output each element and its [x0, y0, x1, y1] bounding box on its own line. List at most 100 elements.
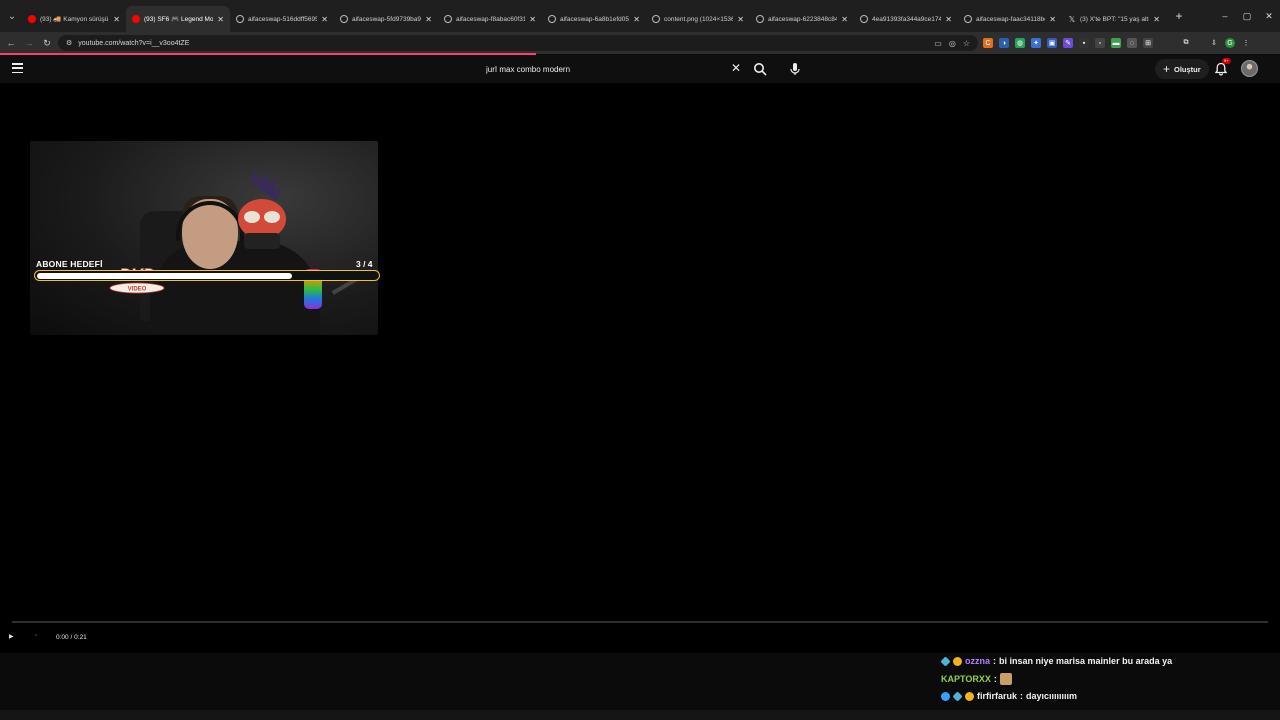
new-tab-button[interactable]: + [1170, 7, 1188, 25]
video-progress-bar[interactable] [12, 621, 1268, 623]
close-icon[interactable]: ✕ [1153, 15, 1160, 24]
globe-icon [548, 15, 556, 23]
cast-icon[interactable]: ▭ [934, 39, 942, 48]
gem-badge-icon [952, 690, 963, 702]
notification-badge: 9+ [1222, 58, 1231, 64]
globe-icon [756, 15, 764, 23]
create-label: Oluştur [1174, 64, 1201, 74]
downloads-icon[interactable]: ⇩ [1209, 38, 1219, 48]
profile-avatar-icon[interactable]: G [1225, 38, 1235, 48]
create-button[interactable]: + Oluştur [1155, 59, 1209, 79]
chat-message: ozzna : bi insan niye marisa mainler bu … [940, 655, 1173, 667]
tab-content-png[interactable]: content.png (1024×1536) ✕ [646, 6, 750, 32]
account-avatar[interactable] [1241, 60, 1258, 77]
extension-gray-icon[interactable]: ▫ [1095, 38, 1105, 48]
clear-search-icon[interactable]: ✕ [731, 61, 741, 75]
extension-info-icon[interactable]: ◌ [1127, 38, 1137, 48]
extension-green-icon[interactable]: ▬ [1111, 38, 1121, 48]
close-icon[interactable]: ✕ [529, 15, 536, 24]
globe-icon [236, 15, 244, 23]
emote-icon [999, 673, 1012, 685]
extensions-row: C ◑ ◍ ✦ ▣ ✎ ▪ ▫ ▬ ◌ ⊞ ⧉ ⇩ G ⋮ [983, 32, 1251, 54]
video-time: 0:00 / 0:21 [56, 634, 87, 641]
browser-menu-icon[interactable]: ⋮ [1241, 38, 1251, 48]
tab-aifaceswap-2[interactable]: aifaceswap-5fd9739ba9e ✕ [334, 6, 438, 32]
extension-translate-icon[interactable]: ◑ [999, 38, 1009, 48]
chat-text: bi insan niye marisa mainler bu arada ya [999, 656, 1173, 666]
youtube-masthead: ✕ + Oluştur 9+ [0, 55, 1280, 83]
address-bar[interactable]: ⚙ youtube.com/watch?v=i__v3oo4tZE ▭ ◎ ☆ [58, 35, 978, 51]
minimize-button[interactable]: – [1214, 0, 1236, 32]
globe-icon [444, 15, 452, 23]
extension-puzzle-icon[interactable]: ✦ [1031, 38, 1041, 48]
tab-title: content.png (1024×1536) [664, 15, 734, 23]
close-icon[interactable]: ✕ [1049, 15, 1056, 24]
gem-badge-icon [940, 655, 951, 667]
streamer-webcam: DVD VIDEO [30, 141, 378, 335]
tab-search-button[interactable]: ⌄ [2, 0, 22, 32]
tab-title: 4ea91393fa344a9ce1748 [872, 15, 942, 23]
extension-c-icon[interactable]: C [983, 38, 993, 48]
close-icon[interactable]: ✕ [633, 15, 640, 24]
mod-badge-icon [941, 691, 950, 701]
tab-aifaceswap-6[interactable]: aifaceswap-faac34118be ✕ [958, 6, 1062, 32]
extension-whatsapp-icon[interactable]: ◍ [1015, 38, 1025, 48]
extension-grid-icon[interactable]: ⊞ [1143, 38, 1153, 48]
reload-button[interactable]: ↻ [38, 32, 56, 54]
microphone-icon[interactable] [787, 61, 803, 77]
back-button[interactable]: ← [2, 32, 20, 54]
tab-list: (93) 🚚 Kamyon sürüşü P ✕ (93) SF6 🎮 Lege… [22, 0, 1188, 32]
tab-x-post[interactable]: 𝕏 (3) X'te BPT: "15 yaş altına ✕ [1062, 6, 1166, 32]
tab-aifaceswap-3[interactable]: aifaceswap-f8abac60f317 ✕ [438, 6, 542, 32]
close-icon[interactable]: ✕ [217, 15, 224, 24]
tab-aifaceswap-4[interactable]: aifaceswap-6a8b1efd056 ✕ [542, 6, 646, 32]
tab-title: aifaceswap-516ddff56957 [248, 15, 318, 23]
search-icon[interactable] [753, 62, 767, 76]
maximize-button[interactable]: ▢ [1236, 0, 1258, 32]
video-player[interactable]: DVD VIDEO ABONE HEDEFİ 3 / 4 ▶ ◦ 0:00 / … [0, 83, 1280, 653]
close-icon[interactable]: ✕ [737, 15, 744, 24]
extension-dark-icon[interactable]: ▪ [1079, 38, 1089, 48]
tab-aifaceswap-5[interactable]: aifaceswap-6223848c84e ✕ [750, 6, 854, 32]
tab-title: aifaceswap-faac34118be [976, 15, 1046, 23]
tab-title: aifaceswap-6223848c84e [768, 15, 838, 23]
forward-button[interactable]: → [20, 32, 38, 54]
globe-icon [652, 15, 660, 23]
notifications-bell-icon[interactable] [1214, 62, 1228, 76]
eye-slash-icon[interactable]: ◎ [949, 39, 956, 48]
extensions-menu-icon[interactable]: ⧉ [1181, 38, 1191, 48]
url-text[interactable]: youtube.com/watch?v=i__v3oo4tZE [78, 40, 189, 47]
close-icon[interactable]: ✕ [113, 15, 120, 24]
x-icon: 𝕏 [1068, 14, 1076, 24]
close-icon[interactable]: ✕ [945, 15, 952, 24]
tab-youtube-kamyon[interactable]: (93) 🚚 Kamyon sürüşü P ✕ [22, 6, 126, 32]
bookmark-star-icon[interactable]: ☆ [963, 39, 970, 48]
tab-title: (93) 🚚 Kamyon sürüşü P [40, 16, 110, 23]
close-icon[interactable]: ✕ [425, 15, 432, 24]
subscriber-goal-bar [34, 270, 380, 281]
close-icon[interactable]: ✕ [841, 15, 848, 24]
chat-username: KAPTORXX [941, 674, 991, 684]
volume-icon[interactable]: ◦ [35, 633, 37, 639]
extension-blue-icon[interactable]: ▣ [1047, 38, 1057, 48]
tab-youtube-sf6[interactable]: (93) SF6 🎮 Legend Mode ✕ [126, 6, 230, 32]
subscriber-goal-fill [36, 272, 293, 279]
subscriber-goal-count: 3 / 4 [356, 259, 373, 269]
site-info-icon[interactable]: ⚙ [66, 39, 72, 47]
globe-icon [340, 15, 348, 23]
browser-toolbar: ← → ↻ ⚙ youtube.com/watch?v=i__v3oo4tZE … [0, 32, 1280, 54]
youtube-icon [132, 15, 140, 23]
tab-title: (3) X'te BPT: "15 yaş altına [1080, 15, 1149, 23]
close-icon[interactable]: ✕ [321, 15, 328, 24]
plus-icon: + [1163, 62, 1171, 76]
tab-image-hash[interactable]: 4ea91393fa344a9ce1748 ✕ [854, 6, 958, 32]
menu-icon[interactable] [12, 63, 23, 73]
tab-aifaceswap-1[interactable]: aifaceswap-516ddff56957 ✕ [230, 6, 334, 32]
search-input[interactable] [478, 64, 718, 74]
extension-feather-icon[interactable]: ✎ [1063, 38, 1073, 48]
tab-title: aifaceswap-6a8b1efd056 [560, 15, 630, 23]
chat-message: KAPTORXX : [941, 673, 1012, 685]
window-close-button[interactable]: ✕ [1258, 0, 1280, 32]
play-icon[interactable]: ▶ [9, 633, 14, 640]
chat-username: firfirfaruk [977, 691, 1018, 701]
